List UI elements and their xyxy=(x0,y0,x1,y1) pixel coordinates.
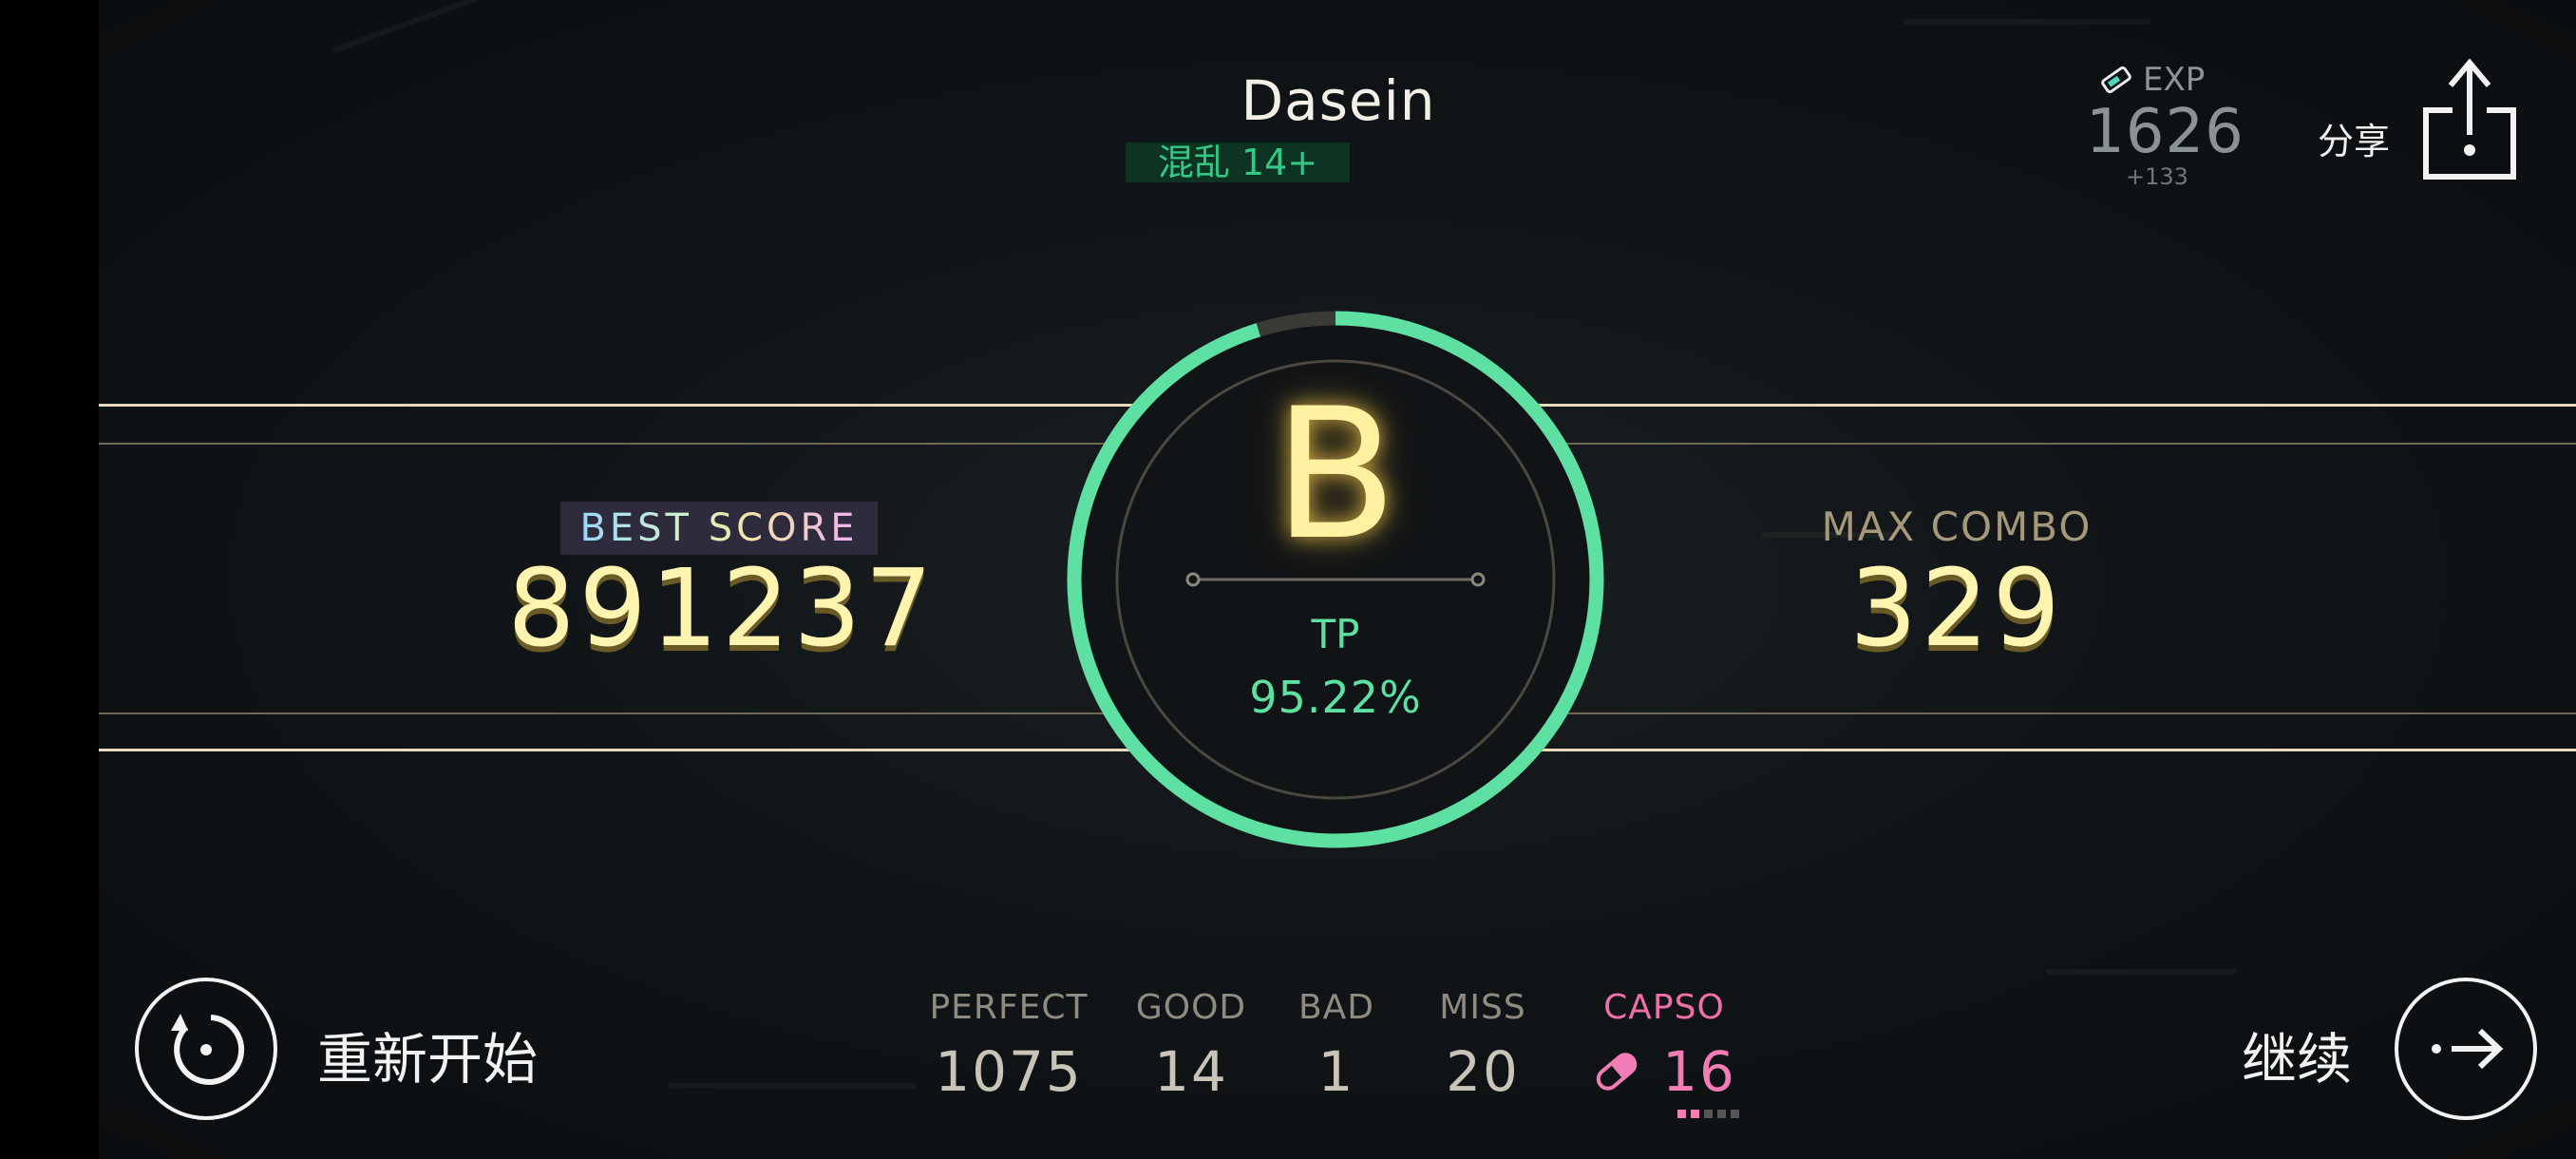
continue-button[interactable] xyxy=(2395,978,2537,1120)
restart-button[interactable] xyxy=(135,978,277,1120)
judgment-capso: CAPSO 16 xyxy=(1579,988,1750,1104)
capsule-icon xyxy=(1596,1053,1638,1091)
song-title: Dasein xyxy=(1241,68,1436,133)
result-screen: Dasein 混乱 14+ EXP 1626 +133 分享 BEST SCOR… xyxy=(0,0,2576,1159)
judgment-miss: MISS 20 xyxy=(1419,988,1546,1104)
bg-streak xyxy=(669,1083,916,1089)
ring-divider-dot-right xyxy=(1470,572,1486,587)
restart-icon xyxy=(171,1014,245,1085)
judgment-label: MISS xyxy=(1439,988,1526,1027)
capso-dot xyxy=(1717,1110,1726,1118)
tp-label: TP xyxy=(1311,611,1360,657)
exp-label-row: EXP xyxy=(2099,61,2232,99)
exp-delta: +133 xyxy=(2126,163,2188,190)
judgment-value: 1 xyxy=(1317,1039,1355,1104)
difficulty-badge: 混乱 14+ xyxy=(1126,142,1350,182)
judgment-label: GOOD xyxy=(1135,988,1247,1027)
capso-progress-dots xyxy=(1677,1110,1739,1118)
judgment-good: GOOD 14 xyxy=(1123,988,1260,1104)
judgment-label: BAD xyxy=(1297,988,1375,1027)
judgment-label: PERFECT xyxy=(929,988,1089,1027)
max-combo-value: 329 xyxy=(1849,547,2064,671)
best-score-label-text: BEST SCORE xyxy=(579,506,859,550)
judgment-value: 20 xyxy=(1446,1039,1520,1104)
max-combo-label: MAX COMBO xyxy=(1821,504,2093,550)
restart-label[interactable]: 重新开始 xyxy=(317,1015,538,1094)
share-label[interactable]: 分享 xyxy=(2318,112,2390,164)
judgment-value: 1075 xyxy=(935,1039,1083,1104)
exp-ticket-icon xyxy=(2101,66,2131,94)
capso-value-row: 16 xyxy=(1579,1039,1750,1104)
bg-streak xyxy=(1904,19,2150,25)
capso-dot xyxy=(1731,1110,1739,1118)
ring-divider-dot-left xyxy=(1185,572,1201,587)
tp-value: 95.22% xyxy=(1249,672,1422,723)
capso-dot xyxy=(1677,1110,1686,1118)
arrow-right-icon xyxy=(2432,1028,2504,1070)
share-upload-icon[interactable] xyxy=(2420,55,2519,184)
judgment-value: 14 xyxy=(1154,1039,1228,1104)
continue-label[interactable]: 继续 xyxy=(2242,1015,2352,1094)
bg-streak xyxy=(2046,969,2236,975)
capso-dot xyxy=(1691,1110,1699,1118)
capso-dot xyxy=(1704,1110,1713,1118)
grade-letter: B xyxy=(1273,370,1398,580)
bg-streak xyxy=(331,0,494,54)
exp-value: 1626 xyxy=(2086,97,2245,167)
judgment-bad: BAD 1 xyxy=(1282,988,1391,1104)
capso-value: 16 xyxy=(1662,1039,1736,1104)
judgment-perfect: PERFECT 1075 xyxy=(914,988,1104,1104)
exp-label: EXP xyxy=(2143,61,2206,99)
capso-label: CAPSO xyxy=(1603,988,1725,1027)
best-score-value: 891237 xyxy=(507,547,937,671)
